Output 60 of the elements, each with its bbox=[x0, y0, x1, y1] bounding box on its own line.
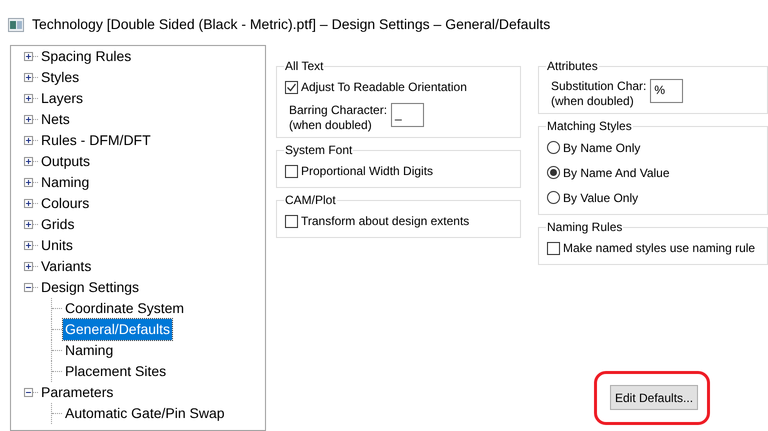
checkbox-label: Proportional Width Digits bbox=[301, 163, 434, 180]
expand-icon[interactable] bbox=[24, 241, 33, 250]
tree-item[interactable]: Variants bbox=[39, 256, 94, 277]
group-title: CAM/Plot bbox=[284, 192, 337, 209]
char-input-field[interactable]: _ bbox=[391, 103, 424, 127]
checkbox[interactable] bbox=[285, 80, 298, 94]
radio-button[interactable] bbox=[547, 191, 560, 204]
tree-item[interactable]: Nets bbox=[39, 109, 72, 130]
window-title: Technology [Double Sided (Black - Metric).ptf] – Design Settings – General/Defaults bbox=[32, 15, 550, 34]
radio-button[interactable] bbox=[547, 141, 560, 154]
expand-icon[interactable] bbox=[24, 94, 33, 103]
expand-icon[interactable] bbox=[24, 178, 33, 187]
checkbox-label: Adjust To Readable Orientation bbox=[301, 79, 467, 96]
tree-item[interactable]: Spacing Rules bbox=[39, 46, 134, 67]
edit-defaults-button[interactable]: Edit Defaults... bbox=[610, 385, 698, 410]
tree-item[interactable]: Styles bbox=[39, 67, 82, 88]
char-input-field[interactable]: % bbox=[650, 79, 684, 103]
checkbox[interactable] bbox=[547, 242, 560, 254]
group-title: System Font bbox=[284, 142, 354, 159]
radio-label: By Name And Value bbox=[563, 164, 670, 182]
field-label: Substitution Char: bbox=[551, 79, 646, 94]
checkbox[interactable] bbox=[285, 214, 298, 228]
tree-item[interactable]: Units bbox=[39, 235, 75, 256]
checkbox-label: Transform about design extents bbox=[301, 213, 470, 230]
tree-item[interactable]: Layers bbox=[39, 88, 86, 109]
tree-item[interactable]: Parameters bbox=[39, 382, 116, 403]
tree-item[interactable]: Colours bbox=[39, 193, 92, 214]
tree-item[interactable]: Placement Sites bbox=[63, 361, 168, 382]
expand-icon[interactable] bbox=[24, 199, 33, 208]
expand-icon[interactable] bbox=[24, 52, 33, 61]
tree-item[interactable]: Naming bbox=[39, 172, 92, 193]
checkbox-label: Make named styles use naming rule bbox=[563, 240, 756, 257]
group-title: Attributes bbox=[546, 58, 599, 75]
group-title: All Text bbox=[284, 58, 324, 75]
tree-item[interactable]: Outputs bbox=[39, 151, 92, 172]
expand-icon[interactable] bbox=[24, 157, 33, 166]
expand-icon[interactable] bbox=[24, 262, 33, 271]
tree-item[interactable]: Design Settings bbox=[39, 277, 142, 298]
field-note: (when doubled) bbox=[289, 118, 373, 133]
expand-icon[interactable] bbox=[24, 220, 33, 229]
radio-label: By Name Only bbox=[563, 140, 640, 156]
checkbox[interactable] bbox=[285, 164, 298, 178]
tree-item[interactable]: Rules - DFM/DFT bbox=[39, 130, 153, 151]
tree-item[interactable]: Automatic Gate/Pin Swap bbox=[63, 403, 227, 424]
collapse-icon[interactable] bbox=[24, 283, 33, 292]
window-icon bbox=[8, 18, 24, 32]
expand-icon[interactable] bbox=[24, 115, 33, 124]
expand-icon[interactable] bbox=[24, 73, 33, 82]
tree-item[interactable]: General/Defaults bbox=[63, 319, 172, 340]
tree-item[interactable]: Coordinate System bbox=[63, 298, 186, 319]
field-note: (when doubled) bbox=[551, 94, 635, 109]
group-title: Naming Rules bbox=[546, 219, 624, 236]
collapse-icon[interactable] bbox=[24, 388, 33, 397]
tree-item[interactable]: Grids bbox=[39, 214, 76, 235]
group-title: Matching Styles bbox=[546, 118, 633, 135]
expand-icon[interactable] bbox=[24, 136, 33, 145]
radio-label: By Value Only bbox=[563, 190, 638, 206]
radio-button[interactable] bbox=[547, 166, 560, 179]
tree-item[interactable]: Naming bbox=[63, 340, 116, 361]
field-label: Barring Character: bbox=[289, 103, 388, 118]
